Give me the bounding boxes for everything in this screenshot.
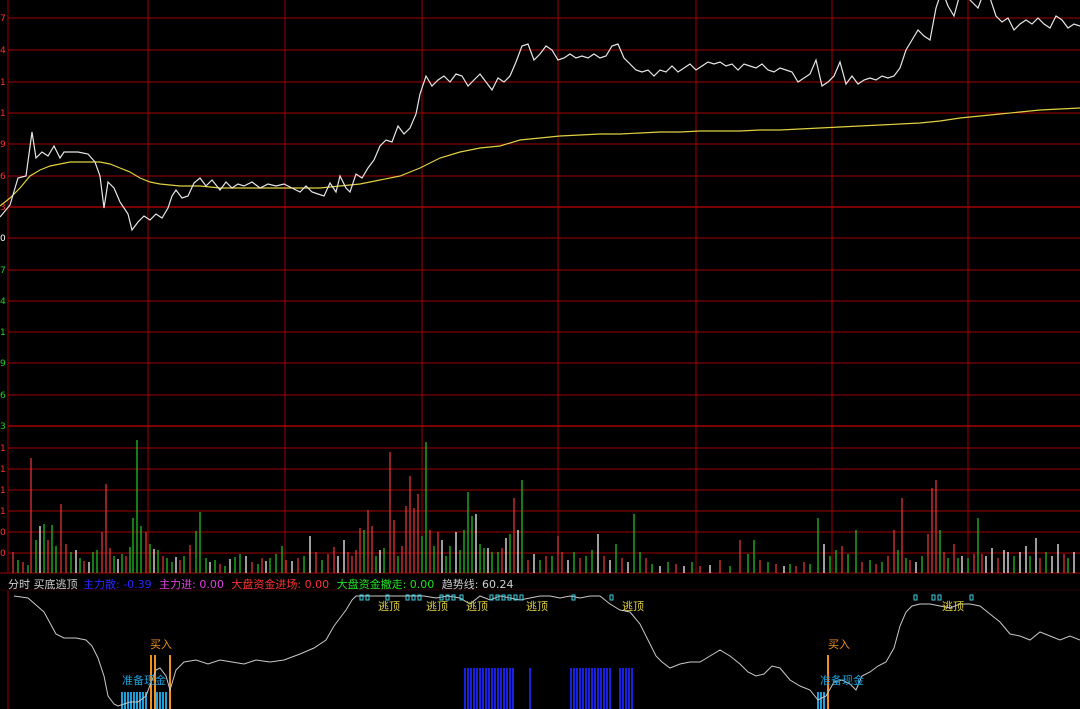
signal-label: 逃顶 [378,600,400,613]
signal-label: 准备现金 [122,673,166,687]
intraday-chart[interactable]: 74119630741963111100买入准备现金逃顶 逃顶 逃顶 逃顶 逃顶买入准备… [0,0,1080,709]
signal-label: 逃顶 [942,600,964,613]
signal-marker [501,594,506,601]
y-tick-label: 1 [0,78,6,88]
legend-value: 0.00 [304,578,330,591]
signal-marker [609,594,614,601]
signal-label: 买入 [828,638,850,651]
legend-value: 60.24 [481,578,514,591]
vol-tick-label: 0 [0,549,6,559]
y-tick-label: 7 [0,266,6,276]
legend-title: 分时 买底逃顶 [8,578,78,591]
signal-marker [451,594,456,601]
legend-value: 0.00 [199,578,224,591]
vol-tick-label: 0 [0,528,6,538]
y-tick-label: 6 [0,172,6,182]
y-tick-label: 4 [0,297,6,307]
vol-tick-label: 1 [0,486,6,496]
legend-value: 0.00 [409,578,435,591]
vol-tick-label: 1 [0,465,6,475]
vol-tick-label: 1 [0,444,6,454]
signal-marker [913,594,918,601]
legend-item: 大盘资金撤走: 0.00 [333,578,435,591]
signal-label: 逃顶 [526,600,548,613]
y-tick-label: 6 [0,391,6,401]
legend-item: 主力进: 0.00 [155,578,224,591]
y-tick-label: 9 [0,140,6,150]
y-tick-label: 9 [0,359,6,369]
signal-label: 逃顶 [622,600,644,613]
indicator-legend: 分时 买底逃顶 主力散: -0.39 主力进: 0.00 大盘资金进场: 0.0… [8,576,519,592]
legend-item: 大盘资金进场: 0.00 [227,578,330,591]
y-tick-label: 1 [0,109,6,119]
vol-tick-label: 1 [0,507,6,517]
price-line [0,0,1080,232]
y-tick-label: 0 [0,234,6,244]
signal-marker [969,594,974,601]
signal-label: 逃顶 [466,600,488,613]
y-tick-label: 3 [0,422,6,432]
signal-marker [937,594,942,601]
y-tick-label: 1 [0,328,6,338]
signal-marker [571,594,576,601]
signal-marker [931,594,936,601]
signal-label: 买入 [150,638,172,651]
signal-label: 准备现金 [820,673,864,687]
legend-value: -0.39 [123,578,152,591]
legend-item: 主力散: -0.39 [83,578,152,591]
average-price-line [0,107,1080,207]
y-tick-label: 7 [0,14,6,24]
legend-items: 主力散: -0.39 主力进: 0.00 大盘资金进场: 0.00 大盘资金撤走… [83,578,517,591]
signal-label: 逃顶 [426,600,448,613]
legend-item: 趋势线: 60.24 [438,578,514,591]
y-tick-label: 4 [0,46,6,56]
